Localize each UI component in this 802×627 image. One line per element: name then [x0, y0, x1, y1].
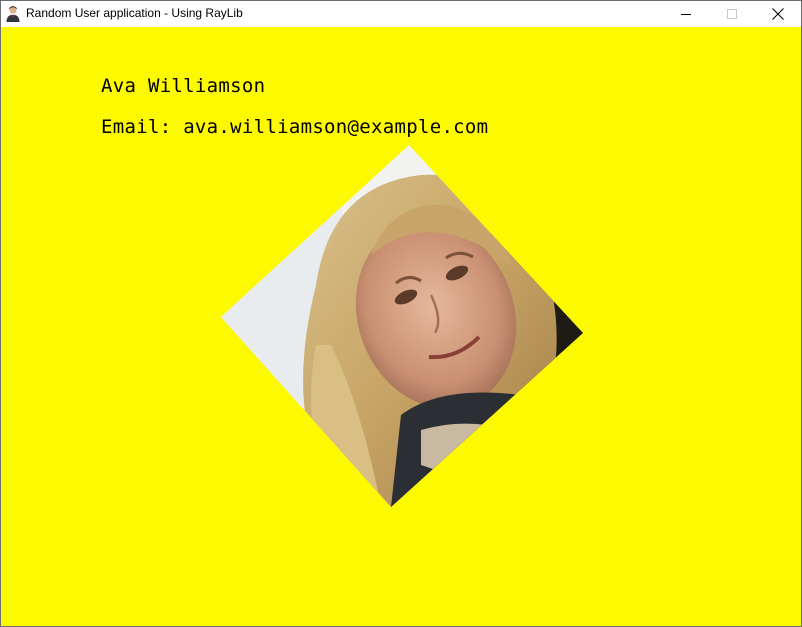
close-icon [772, 8, 784, 20]
maximize-button[interactable] [709, 1, 755, 27]
window-title: Random User application - Using RayLib [26, 6, 243, 20]
email-label: Email: [101, 116, 172, 138]
close-button[interactable] [755, 1, 801, 27]
maximize-icon [727, 9, 737, 19]
profile-photo [221, 145, 583, 507]
title-bar[interactable]: Random User application - Using RayLib [1, 1, 801, 27]
render-canvas[interactable]: Ava Williamson Email: ava.williamson@exa… [1, 27, 801, 626]
minimize-icon [681, 14, 691, 15]
email-value: ava.williamson@example.com [183, 116, 489, 138]
user-email-row: Email: ava.williamson@example.com [101, 116, 488, 138]
user-avatar-icon [5, 5, 21, 22]
minimize-button[interactable] [663, 1, 709, 27]
user-name: Ava Williamson [101, 75, 266, 97]
app-window: Random User application - Using RayLib A… [0, 0, 802, 627]
